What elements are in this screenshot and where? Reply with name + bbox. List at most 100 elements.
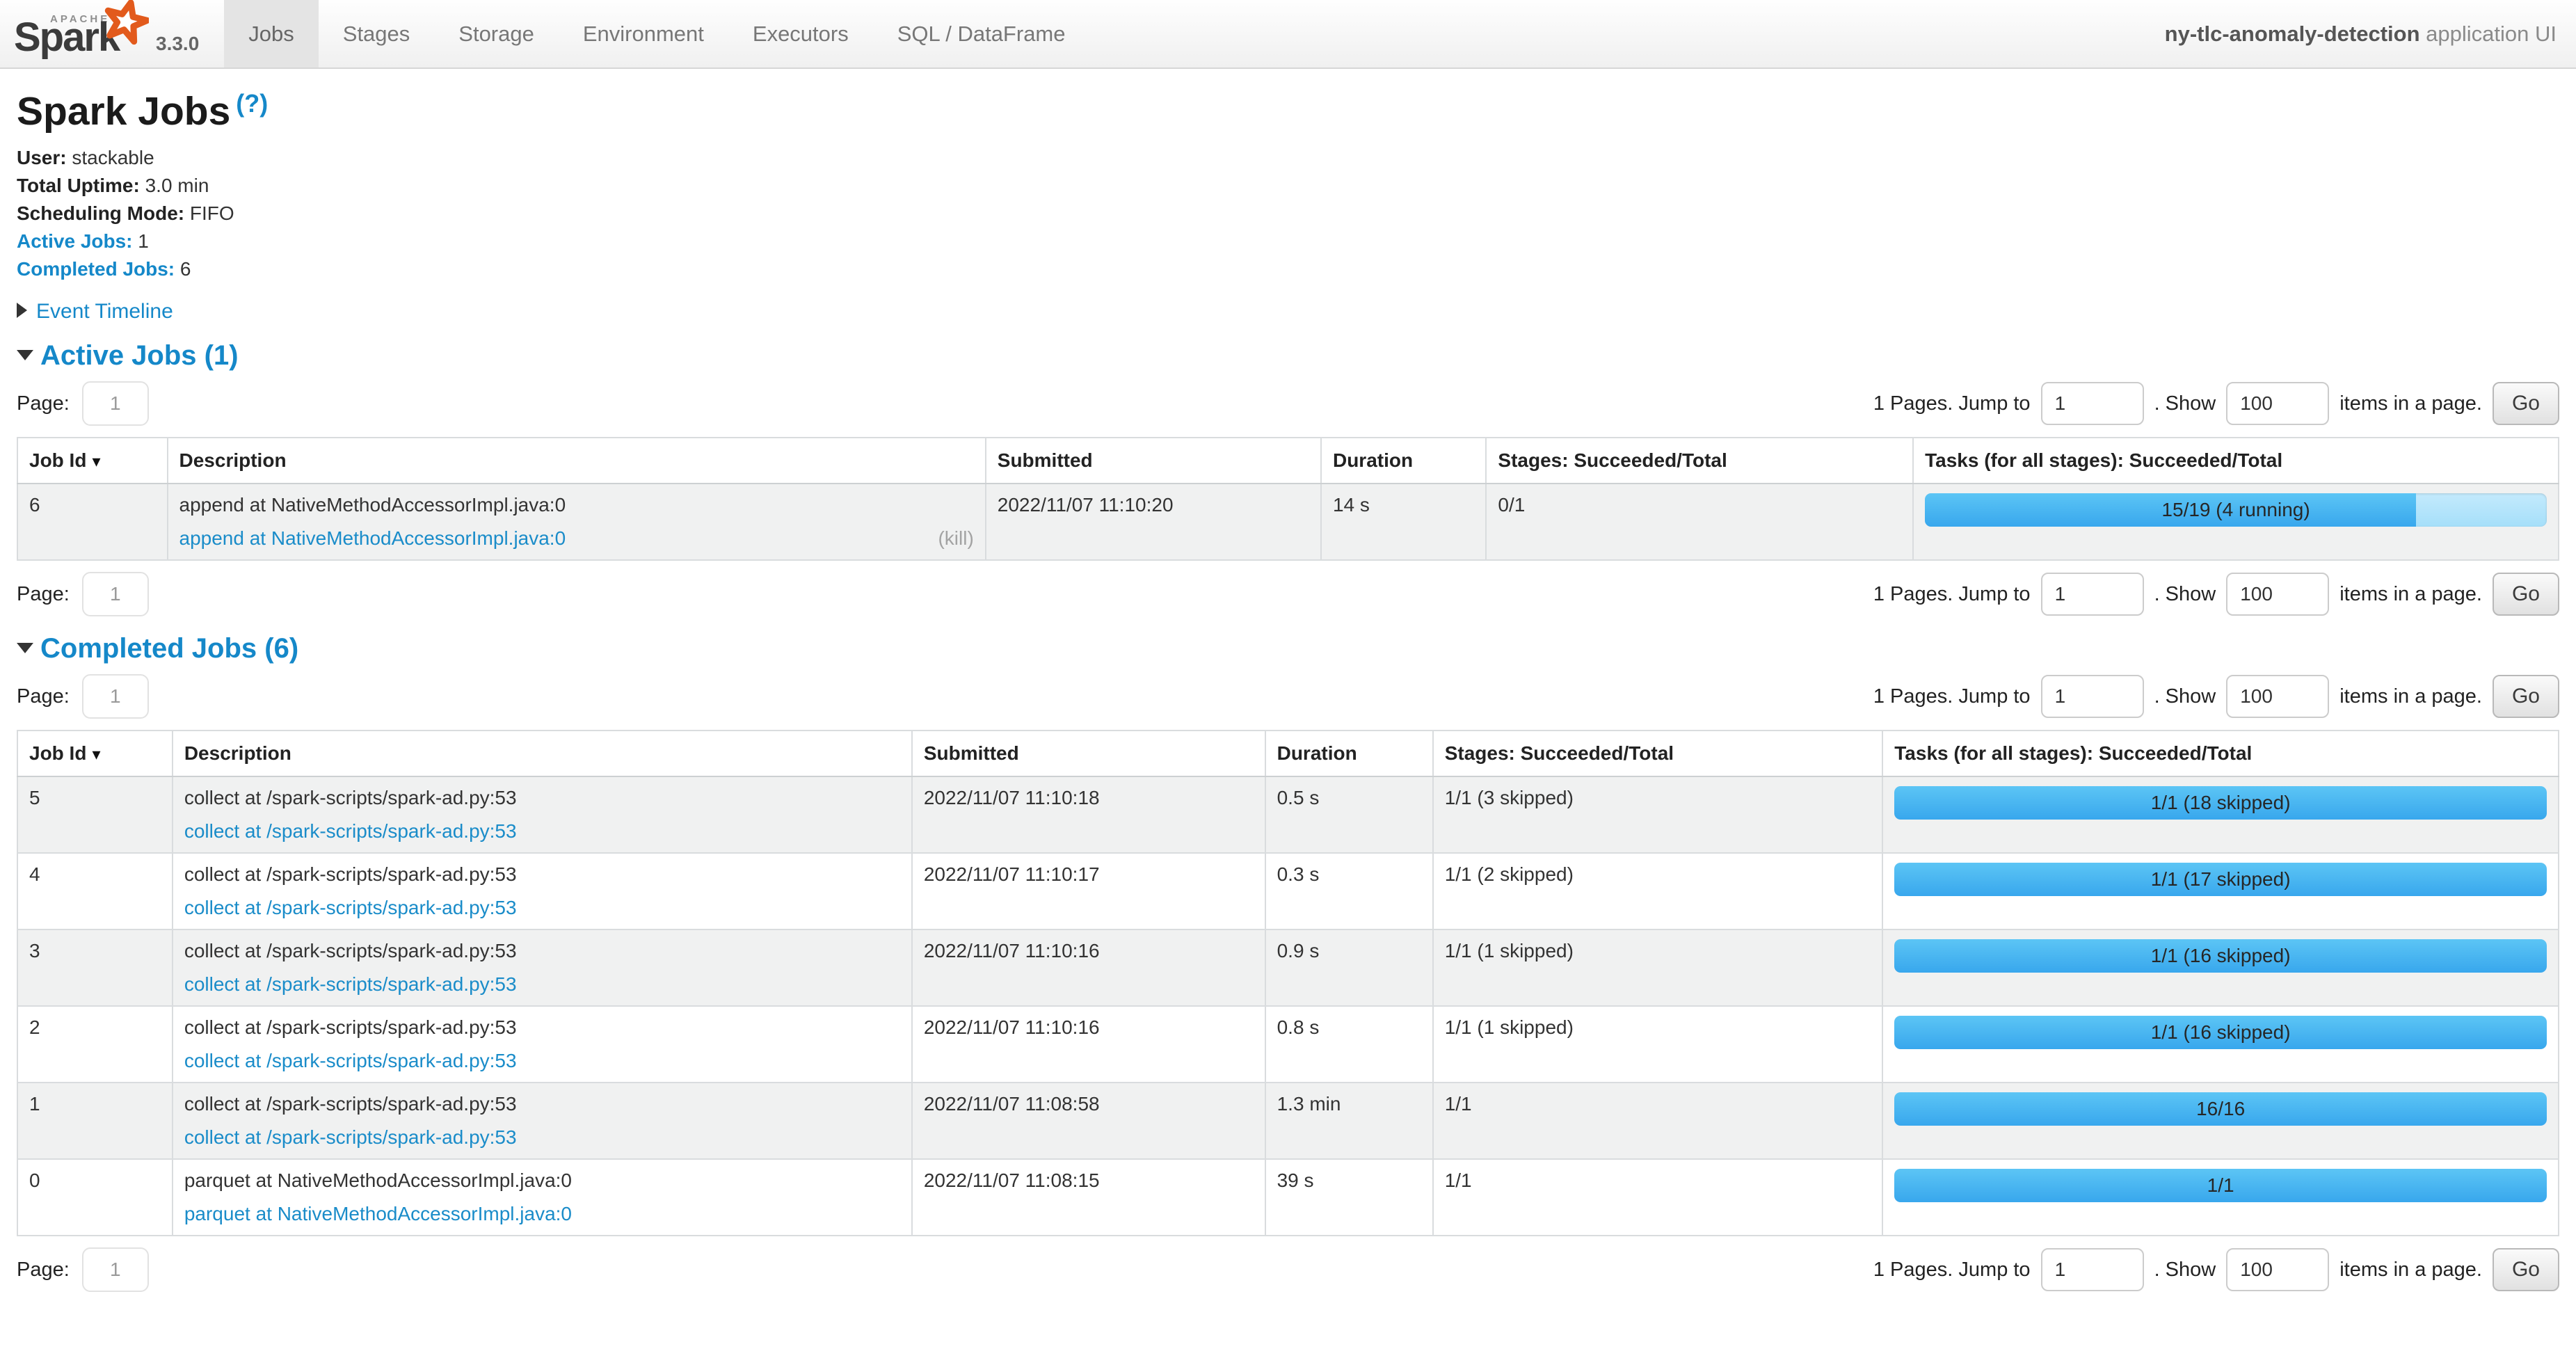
job-tasks-cell: 1/1 (17 skipped) — [1882, 853, 2559, 929]
jump-to-page-input[interactable] — [2041, 573, 2144, 616]
column-header-job-id[interactable]: Job Id▾ — [17, 731, 173, 776]
job-description-text: collect at /spark-scripts/spark-ad.py:53 — [184, 1092, 900, 1116]
job-description-cell: collect at /spark-scripts/spark-ad.py:53… — [173, 1083, 912, 1159]
tab-environment[interactable]: Environment — [559, 0, 728, 67]
tasks-progress-bar: 15/19 (4 running) — [1925, 493, 2547, 527]
column-header-description[interactable]: Description — [173, 731, 912, 776]
app-name: ny-tlc-anomaly-detection — [2165, 22, 2420, 46]
collapsed-arrow-icon — [17, 303, 27, 318]
column-header-tasks-for-all-stages-succeeded-total[interactable]: Tasks (for all stages): Succeeded/Total — [1913, 438, 2559, 484]
job-description-cell: collect at /spark-scripts/spark-ad.py:53… — [173, 1006, 912, 1083]
job-stages-cell: 1/1 (1 skipped) — [1433, 1006, 1883, 1083]
job-tasks-cell: 1/1 (16 skipped) — [1882, 1006, 2559, 1083]
items-per-page-input[interactable] — [2226, 382, 2329, 425]
job-description-text: collect at /spark-scripts/spark-ad.py:53 — [184, 786, 900, 810]
tab-jobs[interactable]: Jobs — [224, 0, 318, 67]
items-per-page-input[interactable] — [2226, 675, 2329, 718]
go-button[interactable]: Go — [2493, 382, 2559, 425]
column-header-stages-succeeded-total[interactable]: Stages: Succeeded/Total — [1433, 731, 1883, 776]
summary-info-item: Active Jobs: 1 — [17, 228, 2559, 255]
job-id-cell: 0 — [17, 1159, 173, 1236]
active-jobs-section-header[interactable]: Active Jobs (1) — [17, 340, 2559, 372]
job-duration-cell: 0.8 s — [1265, 1006, 1433, 1083]
job-detail-link[interactable]: collect at /spark-scripts/spark-ad.py:53 — [184, 1049, 517, 1073]
pagination-controls: 1 Pages. Jump to . Show items in a page.… — [1873, 675, 2559, 718]
job-stages-cell: 1/1 (2 skipped) — [1433, 853, 1883, 929]
completed-jobs-section-header[interactable]: Completed Jobs (6) — [17, 633, 2559, 664]
column-header-submitted[interactable]: Submitted — [912, 731, 1265, 776]
completed-jobs-table: Job Id▾DescriptionSubmittedDurationStage… — [17, 730, 2559, 1236]
spark-logo: APACHE Spark — [14, 2, 145, 62]
job-description-text: collect at /spark-scripts/spark-ad.py:53 — [184, 939, 900, 963]
tab-sql-dataframe[interactable]: SQL / DataFrame — [873, 0, 1090, 67]
column-header-duration[interactable]: Duration — [1265, 731, 1433, 776]
help-tooltip-link[interactable]: (?) — [236, 89, 268, 118]
job-duration-cell: 0.5 s — [1265, 776, 1433, 853]
job-detail-link[interactable]: collect at /spark-scripts/spark-ad.py:53 — [184, 896, 517, 920]
pagination-controls: 1 Pages. Jump to . Show items in a page.… — [1873, 382, 2559, 425]
summary-info-value: 1 — [133, 230, 149, 252]
items-per-page-text: items in a page. — [2339, 685, 2482, 708]
page-number-input[interactable] — [82, 572, 149, 616]
page-label: Page: — [17, 685, 70, 708]
summary-info-value: FIFO — [184, 202, 234, 224]
summary-info-value: 3.0 min — [140, 175, 209, 196]
job-row: 6 append at NativeMethodAccessorImpl.java… — [17, 484, 2559, 560]
tab-stages[interactable]: Stages — [319, 0, 435, 67]
column-header-stages-succeeded-total[interactable]: Stages: Succeeded/Total — [1486, 438, 1913, 484]
go-button[interactable]: Go — [2493, 675, 2559, 718]
tasks-progress-bar: 1/1 (18 skipped) — [1894, 786, 2547, 820]
completed-jobs-header-text: Completed Jobs (6) — [40, 633, 298, 664]
summary-info-label: Total Uptime: — [17, 175, 140, 196]
job-detail-link[interactable]: collect at /spark-scripts/spark-ad.py:53 — [184, 973, 517, 996]
job-submitted-cell: 2022/11/07 11:10:20 — [986, 484, 1321, 560]
show-text: . Show — [2154, 392, 2216, 415]
column-header-duration[interactable]: Duration — [1321, 438, 1486, 484]
page-number-input[interactable] — [82, 674, 149, 719]
column-header-tasks-for-all-stages-succeeded-total[interactable]: Tasks (for all stages): Succeeded/Total — [1882, 731, 2559, 776]
jump-to-page-input[interactable] — [2041, 1248, 2144, 1291]
tasks-progress-label: 15/19 (4 running) — [1925, 493, 2547, 527]
job-tasks-cell: 16/16 — [1882, 1083, 2559, 1159]
tab-storage[interactable]: Storage — [434, 0, 559, 67]
job-detail-link[interactable]: collect at /spark-scripts/spark-ad.py:53 — [184, 820, 517, 843]
job-row: 3collect at /spark-scripts/spark-ad.py:5… — [17, 929, 2559, 1006]
job-tasks-cell: 1/1 (16 skipped) — [1882, 929, 2559, 1006]
go-button[interactable]: Go — [2493, 573, 2559, 616]
event-timeline-toggle[interactable]: Event Timeline — [17, 300, 2559, 324]
active-jobs-table: Job Id▾DescriptionSubmittedDurationStage… — [17, 437, 2559, 561]
pages-total-text: 1 Pages. Jump to — [1873, 583, 2031, 606]
jump-to-page-input[interactable] — [2041, 675, 2144, 718]
summary-info-label[interactable]: Active Jobs: — [17, 230, 133, 252]
kill-link[interactable]: (kill) — [938, 527, 973, 550]
spark-version: 3.3.0 — [156, 33, 199, 62]
summary-info-label[interactable]: Completed Jobs: — [17, 258, 175, 280]
jump-to-page-input[interactable] — [2041, 382, 2144, 425]
summary-info-item: Completed Jobs: 6 — [17, 255, 2559, 283]
column-header-description[interactable]: Description — [168, 438, 986, 484]
job-submitted-cell: 2022/11/07 11:10:18 — [912, 776, 1265, 853]
nav-tabs: JobsStagesStorageEnvironmentExecutorsSQL… — [224, 0, 1089, 67]
job-detail-link[interactable]: append at NativeMethodAccessorImpl.java:… — [179, 527, 566, 550]
tasks-progress-bar: 1/1 (16 skipped) — [1894, 939, 2547, 973]
items-per-page-text: items in a page. — [2339, 392, 2482, 415]
job-detail-link[interactable]: parquet at NativeMethodAccessorImpl.java… — [184, 1202, 572, 1226]
job-detail-link[interactable]: collect at /spark-scripts/spark-ad.py:53 — [184, 1126, 517, 1149]
summary-info-item: Total Uptime: 3.0 min — [17, 172, 2559, 200]
summary-info-value: stackable — [67, 147, 154, 168]
pagination-controls: 1 Pages. Jump to . Show items in a page.… — [1873, 1248, 2559, 1291]
column-header-job-id[interactable]: Job Id▾ — [17, 438, 168, 484]
page-number-input[interactable] — [82, 1247, 149, 1292]
items-per-page-input[interactable] — [2226, 573, 2329, 616]
items-per-page-text: items in a page. — [2339, 583, 2482, 606]
items-per-page-input[interactable] — [2226, 1248, 2329, 1291]
job-id-cell: 2 — [17, 1006, 173, 1083]
app-title-suffix: application UI — [2420, 22, 2557, 46]
pagination-bar: Page: 1 Pages. Jump to . Show items in a… — [17, 674, 2559, 719]
job-duration-cell: 39 s — [1265, 1159, 1433, 1236]
tab-executors[interactable]: Executors — [728, 0, 873, 67]
column-header-submitted[interactable]: Submitted — [986, 438, 1321, 484]
page-number-input[interactable] — [82, 381, 149, 426]
job-id-cell: 6 — [17, 484, 168, 560]
go-button[interactable]: Go — [2493, 1248, 2559, 1291]
